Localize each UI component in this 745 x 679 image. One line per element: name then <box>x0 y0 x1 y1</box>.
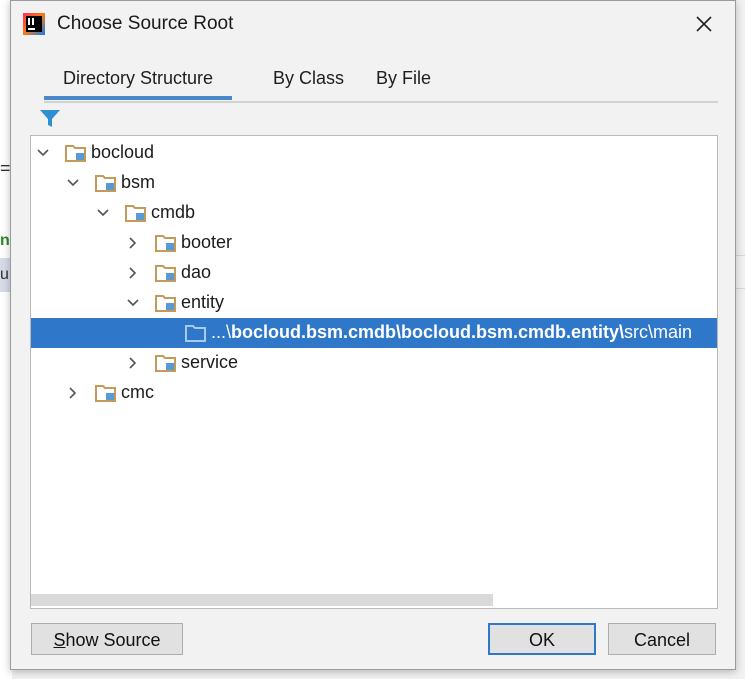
chevron-down-icon[interactable] <box>95 205 111 221</box>
folder-icon <box>155 355 176 372</box>
folder-icon <box>155 235 176 252</box>
ok-button[interactable]: OK <box>488 623 596 655</box>
selected-path-suffix: src\main <box>624 322 693 342</box>
tree-item-service[interactable]: service <box>31 348 717 378</box>
chevron-down-icon[interactable] <box>35 145 51 161</box>
tree-item-cmc[interactable]: cmc <box>31 378 717 408</box>
folder-icon <box>155 265 176 282</box>
close-icon <box>696 16 712 32</box>
background-text-eq: = <box>0 158 11 178</box>
selected-path-module: bocloud.bsm.cmdb\bocloud.bsm.cmdb.entity… <box>231 322 625 342</box>
tree-item-selected-source-root[interactable]: ...\bocloud.bsm.cmdb\bocloud.bsm.cmdb.en… <box>31 318 717 348</box>
tree-item-label: cmdb <box>151 202 196 222</box>
tree-item-label: cmc <box>121 382 154 402</box>
choose-source-root-dialog: Choose Source Root Directory Structure B… <box>10 0 736 670</box>
chevron-right-icon[interactable] <box>125 235 141 251</box>
chevron-down-icon[interactable] <box>125 295 141 311</box>
selected-path: ...\bocloud.bsm.cmdb\bocloud.bsm.cmdb.en… <box>211 322 692 343</box>
show-source-button[interactable]: Show Source <box>31 623 183 655</box>
chevron-right-icon[interactable] <box>65 385 81 401</box>
tree-item-bsm[interactable]: bsm <box>31 168 717 198</box>
tree-item-label: service <box>181 352 239 372</box>
dialog-title: Choose Source Root <box>57 13 234 34</box>
selected-path-prefix: ...\ <box>211 322 232 342</box>
background-text-n: n <box>0 232 10 249</box>
title-bar: Choose Source Root <box>11 1 735 47</box>
horizontal-scrollbar[interactable] <box>31 594 493 606</box>
tree-item-label: entity <box>181 292 225 312</box>
chevron-down-icon[interactable] <box>65 175 81 191</box>
chevron-right-icon[interactable] <box>125 265 141 281</box>
chevron-right-icon[interactable] <box>125 355 141 371</box>
cancel-button[interactable]: Cancel <box>608 623 716 655</box>
close-button[interactable] <box>691 11 717 37</box>
directory-tree[interactable]: bocloud bsm cmdb booter dao entity ...\b… <box>30 135 718 609</box>
tab-directory-structure[interactable]: Directory Structure <box>44 63 233 100</box>
tree-item-cmdb[interactable]: cmdb <box>31 198 717 228</box>
tree-item-label: dao <box>181 262 212 282</box>
intellij-icon <box>23 13 45 35</box>
folder-icon <box>185 325 206 342</box>
tree-item-label: bocloud <box>91 142 155 162</box>
show-source-mnemonic: S <box>53 630 66 650</box>
filter-icon[interactable] <box>38 107 62 129</box>
folder-icon <box>125 205 146 222</box>
tree-item-label: bsm <box>121 172 156 192</box>
show-source-label: how Source <box>65 630 161 650</box>
tab-by-file[interactable]: By File <box>357 63 450 99</box>
tree-item-booter[interactable]: booter <box>31 228 717 258</box>
tree-item-entity[interactable]: entity <box>31 288 717 318</box>
tab-bar: Directory Structure By Class By File <box>44 63 718 103</box>
folder-icon <box>155 295 176 312</box>
tree-item-dao[interactable]: dao <box>31 258 717 288</box>
folder-icon <box>95 175 116 192</box>
folder-icon <box>65 145 86 162</box>
tree-item-label: booter <box>181 232 233 252</box>
tree-item-bocloud[interactable]: bocloud <box>31 138 717 168</box>
folder-icon <box>95 385 116 402</box>
tab-by-class[interactable]: By Class <box>254 63 363 99</box>
